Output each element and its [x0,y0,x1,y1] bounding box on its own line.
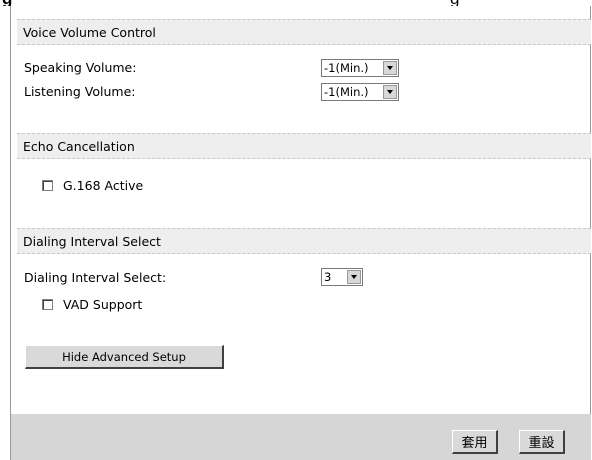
dialing-interval-select[interactable]: 3 [321,268,363,286]
g168-active-label: G.168 Active [63,178,144,193]
listening-volume-label: Listening Volume: [24,84,136,99]
g168-active-option[interactable]: G.168 Active [42,178,143,193]
apply-label: 套用 [461,436,488,451]
g168-active-checkbox[interactable] [42,180,53,191]
speaking-volume-value: -1(Min.) [324,61,369,75]
chevron-down-icon[interactable] [383,85,397,99]
section-title-dialing-interval: Dialing Interval Select [23,233,161,249]
speaking-volume-label: Speaking Volume: [24,60,137,75]
listening-volume-value: -1(Min.) [324,85,369,99]
reset-label: 重設 [528,436,555,451]
chevron-down-icon[interactable] [383,61,397,75]
vad-support-option[interactable]: VAD Support [42,297,142,312]
speaking-volume-select[interactable]: -1(Min.) [321,59,399,77]
section-title-echo-cancellation: Echo Cancellation [23,138,135,154]
hide-advanced-setup-button[interactable]: Hide Advanced Setup [25,345,224,369]
hide-advanced-setup-label: Hide Advanced Setup [62,349,186,364]
section-header-voice-volume: Voice Volume Control [17,19,591,45]
apply-button[interactable]: 套用 [452,430,498,454]
section-header-dialing-interval: Dialing Interval Select [17,228,591,254]
vad-support-label: VAD Support [63,297,143,312]
vad-support-checkbox[interactable] [42,299,53,310]
reset-button[interactable]: 重設 [519,430,565,454]
section-title-voice-volume: Voice Volume Control [23,24,156,40]
dialing-interval-label: Dialing Interval Select: [24,270,167,285]
chevron-down-icon[interactable] [347,270,361,284]
dialing-interval-value: 3 [324,270,332,284]
section-header-echo-cancellation: Echo Cancellation [17,133,591,159]
listening-volume-select[interactable]: -1(Min.) [321,83,399,101]
footer-bar [11,414,591,460]
